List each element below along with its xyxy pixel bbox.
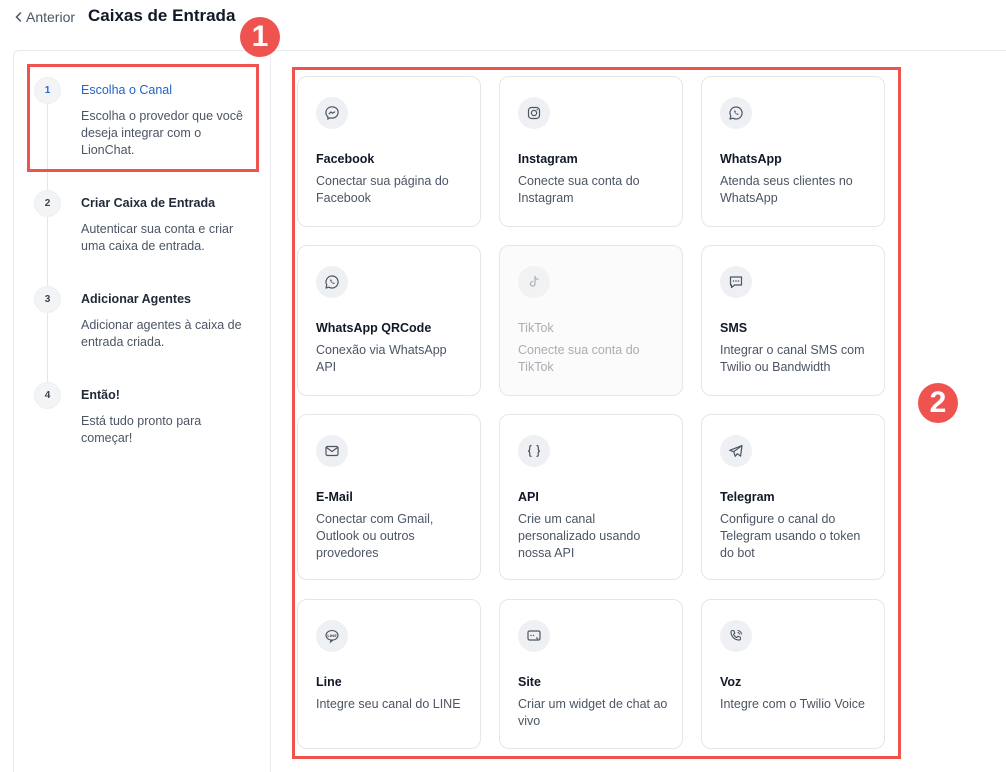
annotation-badge-1: 1 xyxy=(240,17,280,57)
step-description: Adicionar agentes à caixa de entrada cri… xyxy=(81,318,242,349)
annotation-badge-2: 2 xyxy=(918,383,958,423)
step-description: Está tudo pronto para começar! xyxy=(81,414,202,445)
annotation-highlight-channels xyxy=(292,67,901,759)
step-number: 2 xyxy=(34,190,61,217)
step-number: 4 xyxy=(34,382,61,409)
sidebar-divider xyxy=(270,50,271,772)
page-title: Caixas de Entrada xyxy=(88,6,236,25)
step-number: 3 xyxy=(34,286,61,313)
chevron-left-icon xyxy=(15,12,22,22)
annotation-highlight-steps xyxy=(27,64,259,172)
step-title: Adicionar Agentes xyxy=(81,292,191,306)
back-label: Anterior xyxy=(26,9,76,25)
step-description: Autenticar sua conta e criar uma caixa d… xyxy=(81,222,234,253)
step-title: Então! xyxy=(81,388,120,402)
back-button[interactable]: Anterior xyxy=(14,9,75,25)
step-title: Criar Caixa de Entrada xyxy=(81,196,216,210)
topbar: Anterior xyxy=(14,6,75,28)
